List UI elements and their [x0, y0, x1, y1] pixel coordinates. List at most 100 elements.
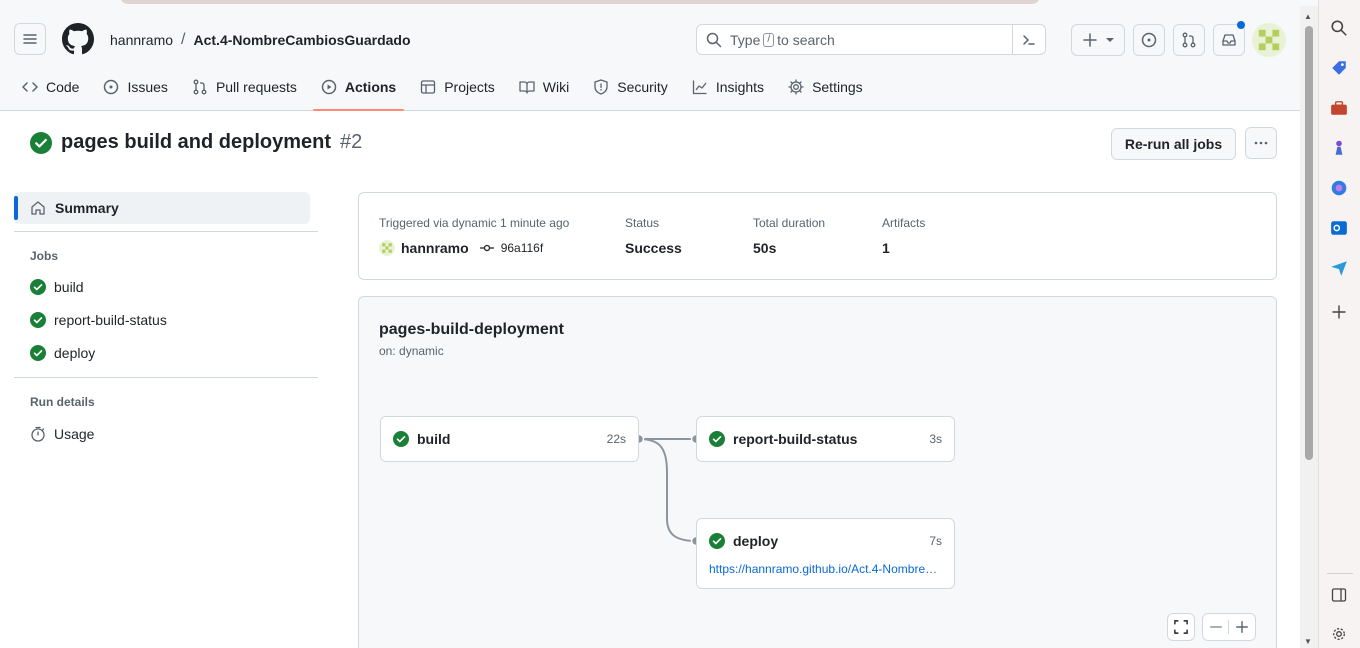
tab-code[interactable]: Code [14, 66, 87, 108]
tab-projects[interactable]: Projects [412, 66, 503, 108]
sidebar-job-build[interactable]: build [30, 279, 84, 295]
workflow-name: pages-build-deployment [379, 321, 564, 338]
job-name: deploy [733, 533, 779, 549]
minus-icon [1209, 626, 1222, 628]
check-circle-fill-icon [30, 279, 46, 295]
hamburger-icon [23, 34, 37, 44]
shield-icon [594, 79, 608, 95]
toolbox-icon[interactable] [1329, 98, 1349, 118]
tab-wiki[interactable]: Wiki [511, 66, 577, 108]
create-new-button[interactable] [1071, 24, 1125, 56]
browser-sidebar-divider [1327, 573, 1353, 574]
search-input[interactable]: Type / to search [696, 24, 1046, 55]
tab-actions[interactable]: Actions [312, 66, 405, 111]
issue-opened-icon [104, 79, 119, 95]
run-details-heading: Run details [30, 395, 95, 409]
workflow-graph: pages-build-deployment on: dynamic build… [358, 296, 1277, 648]
browser-settings-gear-icon[interactable] [1329, 624, 1349, 644]
user-avatar[interactable] [1252, 23, 1286, 57]
sidebar-item-usage[interactable]: Usage [30, 426, 94, 442]
repo-header: hannramo / Act.4-NombreCambiosGuardado T… [0, 6, 1300, 111]
shopping-tag-icon[interactable] [1329, 58, 1349, 78]
graph-job-report-build-status[interactable]: report-build-status 3s [696, 416, 955, 462]
more-options-button[interactable] [1245, 127, 1277, 159]
commit-sha-link[interactable]: 96a116f [501, 241, 544, 255]
run-number: #2 [340, 131, 363, 153]
job-duration: 7s [929, 534, 942, 548]
tab-security[interactable]: Security [585, 66, 676, 108]
job-duration: 22s [606, 432, 626, 446]
graph-job-deploy[interactable]: deploy 7s https://hannramo.github.io/Act… [696, 518, 955, 589]
tab-label: Insights [715, 79, 765, 95]
outlook-icon[interactable] [1329, 218, 1349, 238]
sidebar-divider [14, 231, 318, 232]
browser-sidebar [1318, 0, 1360, 648]
terminal-icon [1023, 34, 1035, 45]
rerun-all-jobs-button[interactable]: Re-run all jobs [1111, 128, 1236, 160]
send-paper-plane-icon[interactable] [1329, 258, 1349, 278]
git-pull-request-icon [1182, 32, 1196, 48]
job-name: report-build-status [733, 431, 858, 447]
sidebar-job-deploy[interactable]: deploy [30, 345, 95, 361]
tab-label: Code [46, 79, 80, 95]
tab-issues[interactable]: Issues [95, 66, 175, 108]
sidebar-job-label: report-build-status [54, 312, 167, 328]
check-circle-fill-icon [709, 533, 725, 549]
scroll-down-arrow-icon[interactable]: ▼ [1304, 637, 1312, 646]
chess-piece-icon[interactable] [1329, 138, 1349, 158]
zoom-in-button[interactable] [1229, 620, 1255, 634]
sidebar-divider [14, 377, 318, 378]
tab-label: Security [617, 79, 668, 95]
scrollbar-thumb[interactable] [1305, 26, 1313, 460]
repo-name-link[interactable]: Act.4-NombreCambiosGuardado [194, 32, 411, 48]
sidebar-item-summary[interactable]: Summary [14, 192, 310, 224]
notification-dot [1237, 21, 1245, 29]
issues-button[interactable] [1133, 24, 1165, 56]
triangle-down-icon [1106, 38, 1114, 42]
check-circle-fill-icon [30, 131, 52, 154]
sidebar-usage-label: Usage [54, 426, 95, 442]
add-plus-icon[interactable] [1329, 302, 1349, 322]
menu-button[interactable] [14, 23, 46, 55]
actor-link[interactable]: hannramo [401, 240, 469, 256]
tab-label: Issues [127, 79, 168, 95]
scroll-up-arrow-icon[interactable]: ▲ [1304, 12, 1312, 21]
duration-column: Total duration 50s [753, 216, 825, 256]
page-scrollbar[interactable]: ▲ ▼ [1300, 6, 1318, 648]
browser-search-icon[interactable] [1329, 18, 1349, 38]
tab-pull-requests[interactable]: Pull requests [184, 66, 305, 108]
plus-icon [1236, 621, 1248, 633]
zoom-controls [1202, 613, 1256, 641]
triggered-label: Triggered via dynamic 1 minute ago [379, 216, 570, 230]
workflow-trigger: on: dynamic [379, 344, 444, 358]
git-pull-request-icon [193, 79, 207, 95]
office-copilot-icon[interactable] [1329, 178, 1349, 198]
check-circle-fill-icon [709, 431, 725, 447]
check-circle-fill-icon [393, 431, 409, 447]
run-title: pages build and deployment [61, 131, 332, 153]
search-placeholder-rest: to search [777, 31, 835, 48]
run-info-card: Triggered via dynamic 1 minute ago hannr… [358, 192, 1277, 280]
artifacts-value[interactable]: 1 [882, 240, 925, 256]
repo-owner-link[interactable]: hannramo [110, 32, 173, 48]
tab-settings[interactable]: Settings [780, 66, 871, 108]
github-logo-icon[interactable] [62, 23, 94, 55]
zoom-out-button[interactable] [1203, 620, 1229, 634]
tab-insights[interactable]: Insights [684, 66, 772, 108]
duration-value: 50s [753, 240, 777, 256]
status-value: Success [625, 240, 682, 256]
duration-label: Total duration [753, 216, 826, 230]
book-icon [519, 81, 535, 94]
tab-label: Wiki [542, 79, 570, 95]
sidebar-job-report-build-status[interactable]: report-build-status [30, 312, 167, 328]
check-circle-fill-icon [30, 312, 46, 328]
sidebar-toggle-icon[interactable] [1329, 585, 1349, 605]
deployment-url-link[interactable]: https://hannramo.github.io/Act.4-NombreC… [709, 562, 944, 576]
graph-job-build[interactable]: build 22s [380, 416, 639, 462]
fullscreen-button[interactable] [1167, 613, 1195, 641]
jobs-heading: Jobs [30, 249, 59, 263]
graph-icon [692, 80, 707, 95]
pull-requests-button[interactable] [1173, 24, 1205, 56]
command-palette-button[interactable] [1012, 25, 1045, 54]
code-icon [22, 82, 38, 92]
